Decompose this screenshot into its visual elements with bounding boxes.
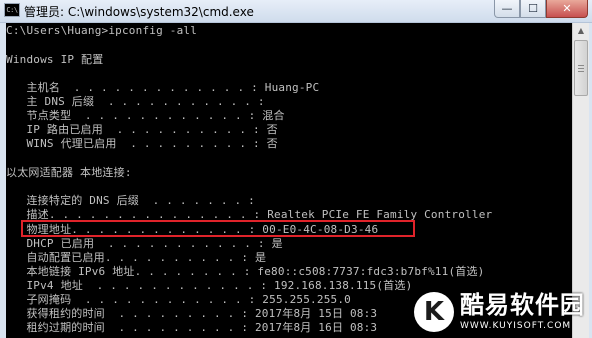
minimize-button[interactable]: — xyxy=(494,0,520,18)
console-line: 主 DNS 后缀 . . . . . . . . . . . : xyxy=(6,95,265,108)
grip-line xyxy=(578,68,584,69)
console-line: IP 路由已启用 . . . . . . . . . . : 否 xyxy=(6,123,278,136)
console-line: 以太网适配器 本地连接: xyxy=(6,166,132,179)
console-line: 租约过期的时间 . . . . . . . . . : 2017年8月 16日 … xyxy=(6,321,378,334)
cmd-icon[interactable]: C:\ xyxy=(4,3,20,17)
title-bar[interactable]: C:\ 管理员: C:\windows\system32\cmd.exe — ☐… xyxy=(0,0,592,23)
console-line: C:\Users\Huang>ipconfig -all xyxy=(6,24,198,37)
console-line: 节点类型 . . . . . . . . . . . . : 混合 xyxy=(6,109,285,122)
console-line: DHCP 已启用 . . . . . . . . . . . : 是 xyxy=(6,237,283,250)
console-line: IPv4 地址 . . . . . . . . . . . . : 192.16… xyxy=(6,279,413,292)
grip-line xyxy=(578,71,584,72)
watermark-logo: K xyxy=(414,292,454,332)
close-button[interactable]: ✕ xyxy=(546,0,588,18)
console-line: Windows IP 配置 xyxy=(6,53,104,66)
grip-line xyxy=(578,65,584,66)
console-line: 连接特定的 DNS 后缀 . . . . . . . : xyxy=(6,194,255,207)
console-line: 子网掩码 . . . . . . . . . . . . : 255.255.2… xyxy=(6,293,351,306)
window-title: 管理员: C:\windows\system32\cmd.exe xyxy=(24,5,254,19)
console-line: 主机名 . . . . . . . . . . . . . : Huang-PC xyxy=(6,81,320,94)
console-line: 获得租约的时间 . . . . . . . . . : 2017年8月 15日 … xyxy=(6,307,378,320)
window-controls: — ☐ ✕ xyxy=(494,0,588,20)
console-line: 自动配置已启用. . . . . . . . . . : 是 xyxy=(6,251,267,264)
scroll-up-arrow-icon[interactable]: ▲ xyxy=(573,23,589,39)
console-line: 本地链接 IPv6 地址. . . . . . . . : fe80::c508… xyxy=(6,265,485,278)
scrollbar-thumb[interactable] xyxy=(574,40,588,96)
mac-address-highlight-box xyxy=(21,220,415,237)
maximize-button[interactable]: ☐ xyxy=(520,0,546,18)
watermark-url: WWW.KUYISOFT.COM xyxy=(460,321,572,331)
site-watermark: K 酷易软件园 WWW.KUYISOFT.COM xyxy=(410,286,592,338)
watermark-site-name: 酷易软件园 xyxy=(460,291,585,319)
cmd-window: C:\ 管理员: C:\windows\system32\cmd.exe — ☐… xyxy=(0,0,592,338)
console-line: WINS 代理已启用 . . . . . . . . . : 否 xyxy=(6,137,278,150)
